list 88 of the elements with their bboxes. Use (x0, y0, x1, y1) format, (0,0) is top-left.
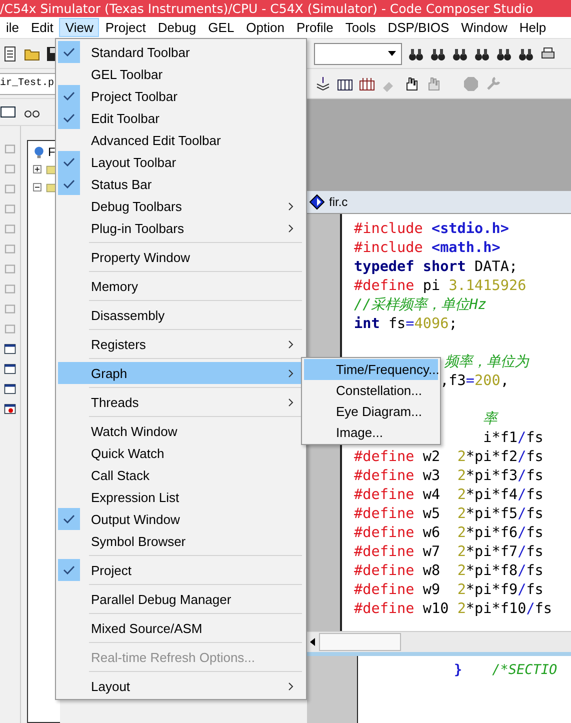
code-line: //采样频率，单位Hz (354, 297, 486, 313)
caret-icon (387, 50, 397, 56)
menu-item[interactable]: Edit Toolbar (58, 107, 304, 129)
code-line: #define pi 3.1415926 (354, 278, 526, 294)
code-line: #include <stdio.h> (354, 221, 509, 237)
printer-icon[interactable] (540, 46, 556, 62)
diamond-icon[interactable] (309, 194, 325, 210)
checkmark-icon (63, 113, 75, 123)
code-line: #include <math.h> (354, 240, 500, 256)
menu-item[interactable]: Property Window (58, 246, 304, 268)
code-line: #define w5 2*pi*f5/fs (354, 506, 544, 522)
menu-item[interactable]: Threads (58, 391, 304, 413)
menu-item[interactable]: Standard Toolbar (58, 41, 304, 63)
menu-item[interactable]: Layout Toolbar (58, 151, 304, 173)
menu-item[interactable]: Registers (58, 333, 304, 355)
window-icon[interactable] (4, 362, 16, 376)
document-icon[interactable] (2, 46, 18, 62)
checkmark-icon (63, 514, 75, 524)
window-title: /C54x Simulator (Texas Instruments)/CPU - C54X (Simulator) - Code Composer Studio (0, 1, 534, 16)
menu-item[interactable]: View (59, 18, 100, 37)
code-line: #define w2 2*pi*f2/fs (354, 449, 544, 465)
menu-item[interactable]: Option (240, 18, 290, 37)
menu-item[interactable]: Image... (304, 422, 438, 443)
grid-icon[interactable] (359, 76, 375, 92)
code-line: i*f1/fs (483, 430, 544, 446)
code-line: typedef short DATA; (354, 259, 518, 275)
checkmark-icon (63, 91, 75, 101)
menu-item[interactable]: Window (455, 18, 514, 37)
expand-icon[interactable] (32, 164, 44, 176)
menu-item[interactable]: Debug Toolbars (58, 195, 304, 217)
code-line: ,f3=200, (440, 373, 509, 389)
code-text: /*SECTIO (492, 662, 558, 680)
menu-item[interactable]: Project (58, 559, 304, 581)
code-line: int fs=4096; (354, 316, 458, 332)
checkmark-icon (63, 47, 75, 57)
menu-item[interactable]: Status Bar (58, 173, 304, 195)
menu-item[interactable]: Time/Frequency... (304, 359, 438, 380)
editor-tab[interactable]: fir.c (329, 195, 348, 209)
menu-item[interactable]: Tools (339, 18, 382, 37)
menu-item[interactable]: Output Window (58, 508, 304, 530)
dropdown-field[interactable] (314, 42, 402, 64)
code-text: } (454, 662, 462, 680)
code-line: #define w7 2*pi*f7/fs (354, 544, 544, 560)
menu-item[interactable]: Quick Watch (58, 442, 304, 464)
menu-item[interactable]: Watch Window (58, 420, 304, 442)
menu-item[interactable]: Plug-in Toolbars (58, 217, 304, 239)
code-line: #define w3 2*pi*f3/fs (354, 468, 544, 484)
menu-item[interactable]: Layout (58, 675, 304, 697)
menu-item[interactable]: GEL (202, 18, 240, 37)
code-line: #define w10 2*pi*f10/fs (354, 601, 552, 617)
project-field[interactable]: ir_Test.p (0, 72, 57, 94)
window-icon[interactable] (4, 342, 16, 356)
menu-item[interactable]: Expression List (58, 486, 304, 508)
menu-item[interactable]: Project (99, 18, 152, 37)
menu-item[interactable]: GEL Toolbar (58, 63, 304, 85)
menu-item[interactable]: Profile (290, 18, 340, 37)
code-line: #define w8 2*pi*f8/fs (354, 563, 544, 579)
menu-item[interactable]: Constellation... (304, 380, 438, 401)
line-gutter (307, 656, 358, 723)
checkmark-icon (63, 179, 75, 189)
menu-item[interactable]: Memory (58, 275, 304, 297)
menu-item[interactable]: Call Stack (58, 464, 304, 486)
menu-item[interactable]: DSP/BIOS (382, 18, 456, 37)
menu-item[interactable]: Debug (152, 18, 202, 37)
menu-item[interactable]: Parallel Debug Manager (58, 588, 304, 610)
window-icon[interactable] (4, 402, 16, 416)
menu-item[interactable]: ile (0, 18, 26, 37)
stack-icon[interactable] (315, 76, 331, 92)
menu-item[interactable]: Help (513, 18, 552, 37)
code-line: 率 (483, 411, 498, 427)
menu-item[interactable]: Project Toolbar (58, 85, 304, 107)
menu-item[interactable]: Mixed Source/ASM (58, 617, 304, 639)
menu-item[interactable]: Disassembly (58, 304, 304, 326)
code-line: #define w4 2*pi*f4/fs (354, 487, 544, 503)
code-line: #define w9 2*pi*f9/fs (354, 582, 544, 598)
menu-item[interactable]: Symbol Browser (58, 530, 304, 552)
tree-item[interactable]: F (48, 145, 56, 159)
menu-item[interactable]: Edit (25, 18, 60, 37)
checkmark-icon (63, 157, 75, 167)
horizontal-scrollbar[interactable] (307, 631, 571, 652)
code-line: #define w6 2*pi*f6/fs (354, 525, 544, 541)
collapse-icon[interactable] (32, 182, 44, 194)
window-icon[interactable] (4, 382, 16, 396)
checkmark-icon (63, 565, 75, 575)
menu-item[interactable]: Advanced Edit Toolbar (58, 129, 304, 151)
menu-item[interactable]: Eye Diagram... (304, 401, 438, 422)
menu-item[interactable]: Graph (58, 362, 304, 384)
code-line: 频率，单位为 (444, 354, 528, 370)
